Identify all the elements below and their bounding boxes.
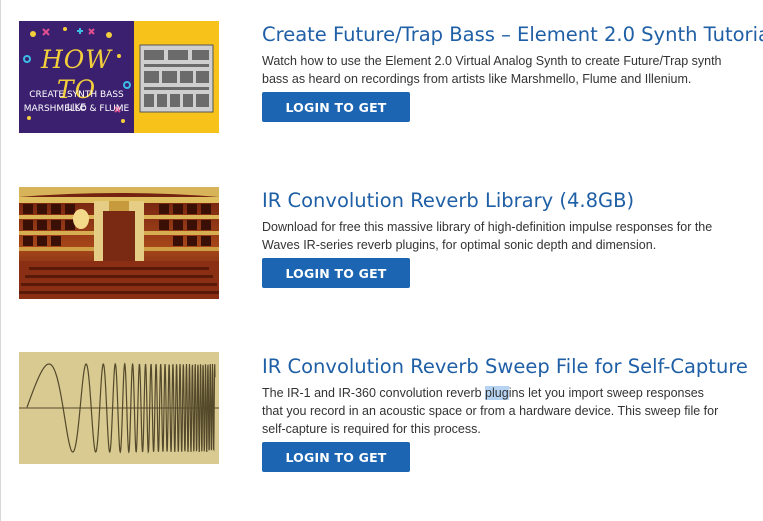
page-left-border (0, 0, 1, 521)
item-description: Download for free this massive library o… (262, 220, 713, 252)
concert-hall-thumbnail-image (19, 187, 219, 299)
thumbnail-synth-bass[interactable]: HOW TO CREATE SYNTH BASS LIKE MARSHMELLO… (19, 21, 219, 133)
login-to-get-button[interactable]: LOGIN TO GET (262, 442, 410, 472)
item-description: Watch how to use the Element 2.0 Virtual… (262, 54, 722, 86)
thumbnail-subheading-line-2: MARSHMELLO & FLUME (23, 104, 130, 114)
login-to-get-button[interactable]: LOGIN TO GET (262, 258, 410, 288)
item-title[interactable]: IR Convolution Reverb Library (4.8GB) (262, 189, 634, 212)
sweep-waveform-thumbnail-image (19, 352, 219, 464)
item-title[interactable]: IR Convolution Reverb Sweep File for Sel… (262, 355, 748, 378)
item-description: The IR-1 and IR-360 convolution reverb p… (262, 384, 722, 438)
thumbnail-concert-hall[interactable] (19, 187, 219, 299)
description-text-start: The IR-1 and IR-360 convolution reverb (262, 386, 486, 400)
thumbnail-sweep-waveform[interactable] (19, 352, 219, 464)
login-to-get-button[interactable]: LOGIN TO GET (262, 92, 410, 122)
selected-text-highlight: plug (485, 386, 509, 400)
item-title[interactable]: Create Future/Trap Bass – Element 2.0 Sy… (262, 23, 763, 46)
